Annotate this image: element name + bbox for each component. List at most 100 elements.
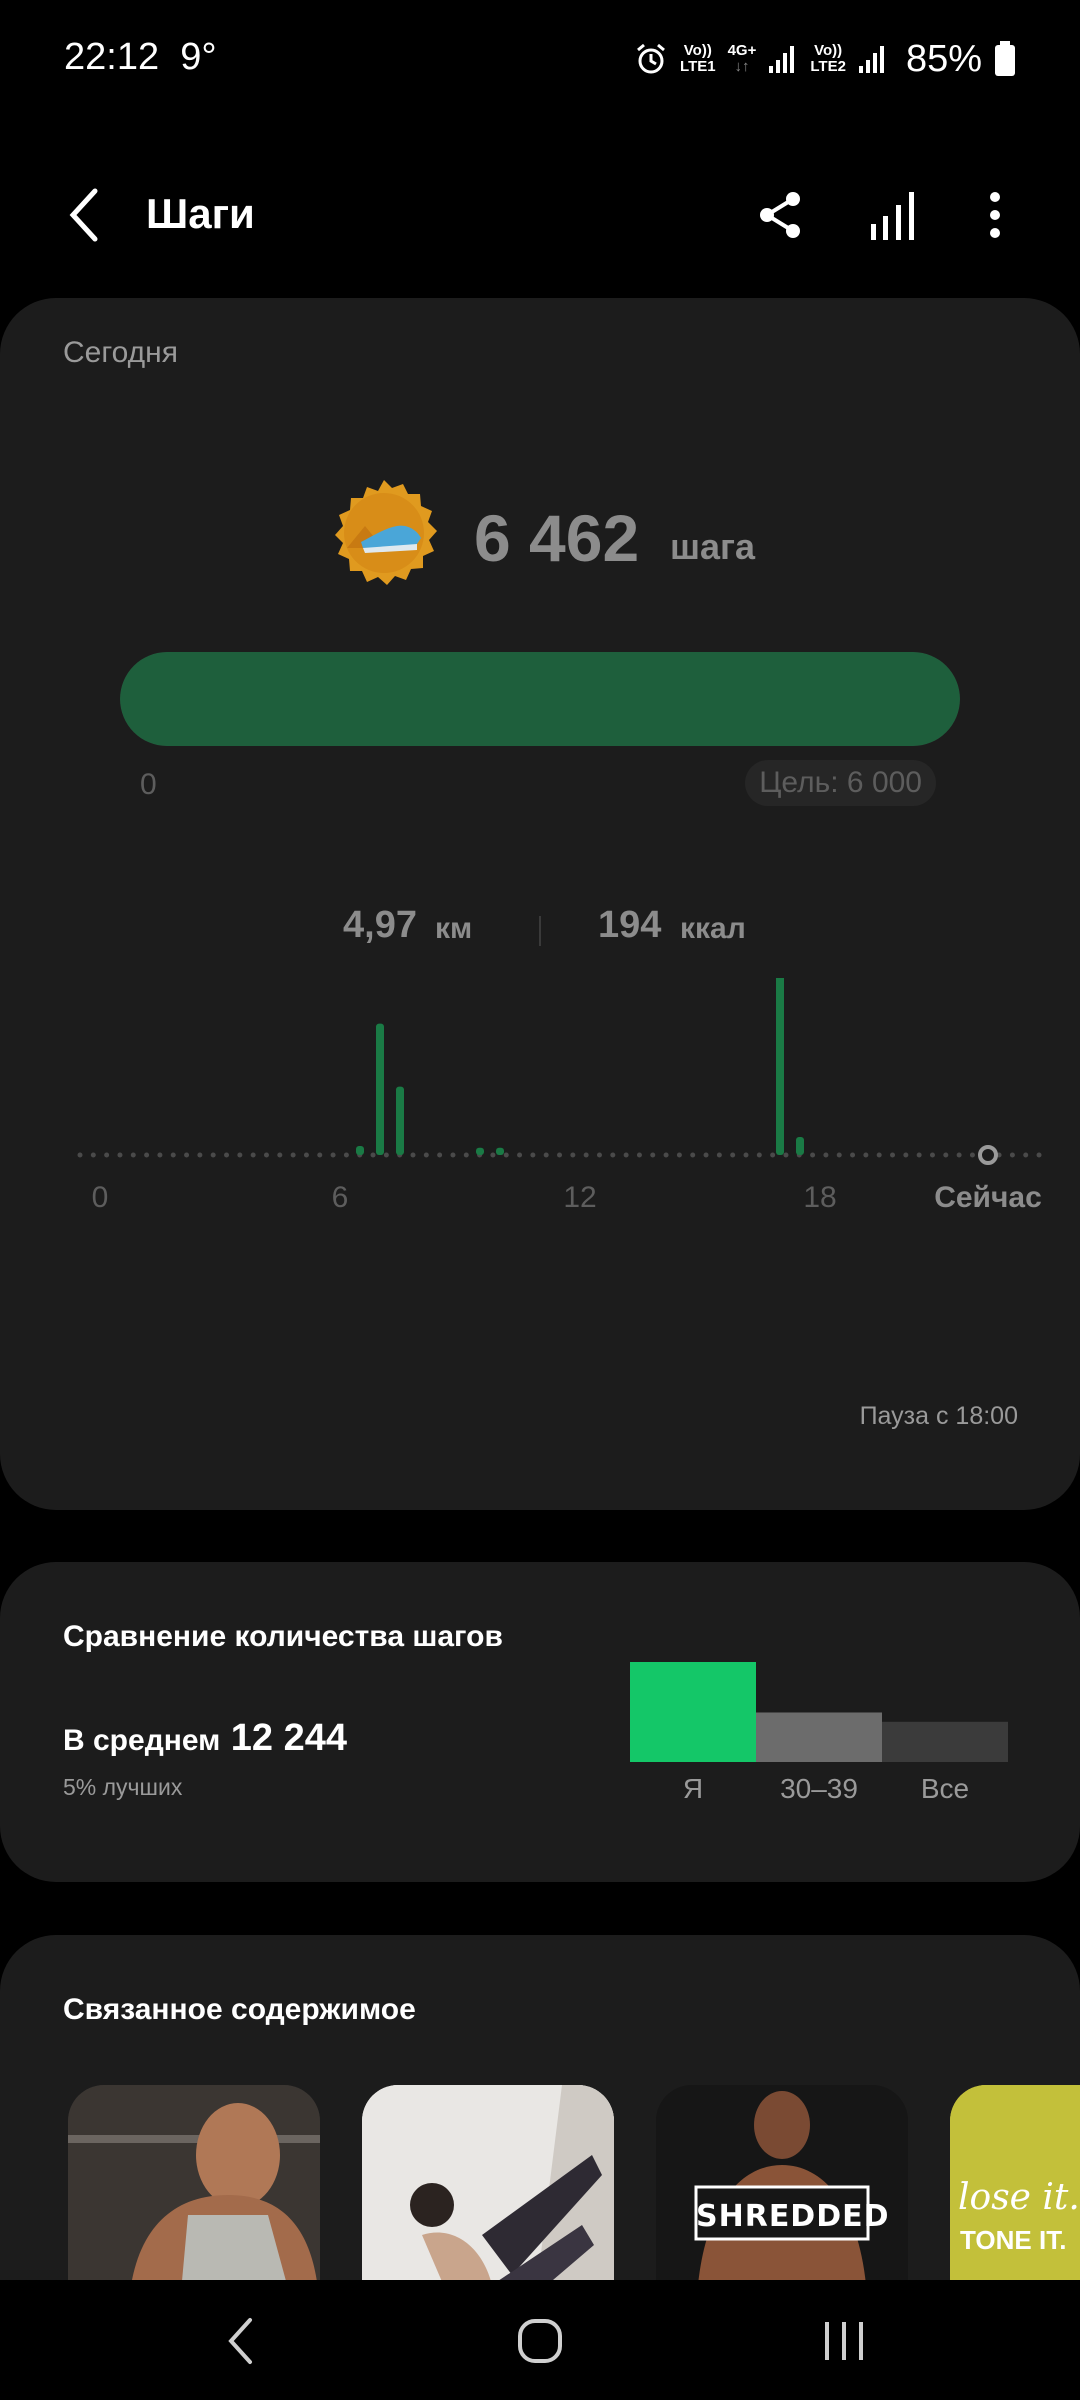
baseline-dot bbox=[623, 1152, 629, 1158]
baseline-dot bbox=[1036, 1152, 1042, 1158]
app-bar: Шаги bbox=[0, 170, 1080, 260]
tone-it-caption: TONE IT. bbox=[960, 2225, 1067, 2255]
nav-home-icon bbox=[518, 2319, 562, 2363]
compare-bar bbox=[756, 1712, 882, 1762]
percentile-text: 5% лучших bbox=[63, 1774, 183, 1800]
baseline-dot bbox=[823, 1152, 829, 1158]
share-icon bbox=[760, 192, 800, 238]
baseline-dot bbox=[237, 1152, 243, 1158]
baseline-dot bbox=[450, 1152, 456, 1158]
pause-note: Пауза с 18:00 bbox=[859, 1402, 1018, 1430]
system-nav-bar bbox=[0, 2280, 1080, 2400]
compare-category-label: Я bbox=[683, 1773, 703, 1804]
goal-badge[interactable]: Цель: 6 000 bbox=[745, 760, 936, 806]
baseline-dot bbox=[184, 1152, 190, 1158]
calories-value: 194 bbox=[598, 904, 662, 946]
baseline-dot bbox=[490, 1152, 496, 1158]
activity-stats: 4,97 км 194 ккал bbox=[0, 904, 1080, 964]
compare-bar bbox=[630, 1662, 756, 1762]
baseline-dot bbox=[676, 1152, 682, 1158]
average-steps: В среднем 12 244 bbox=[63, 1717, 347, 1760]
related-thumbnails: SHREDDED lose it. TONE IT. bbox=[68, 2085, 1080, 2285]
baseline-dot bbox=[716, 1152, 722, 1158]
today-card[interactable]: Сегодня 6 462 шага 0 Цель: 6 000 4,97 км… bbox=[0, 298, 1080, 1510]
baseline-dot bbox=[437, 1152, 443, 1158]
baseline-dot bbox=[943, 1152, 949, 1158]
baseline-dot bbox=[636, 1152, 642, 1158]
baseline-dot bbox=[170, 1152, 176, 1158]
baseline-dot bbox=[1023, 1152, 1029, 1158]
nav-home-button[interactable] bbox=[500, 2306, 580, 2376]
sim2-indicator: Vo)) LTE2 bbox=[810, 42, 846, 75]
stats-button[interactable] bbox=[858, 180, 928, 250]
baseline-dot bbox=[517, 1152, 523, 1158]
baseline-dot bbox=[743, 1152, 749, 1158]
today-label: Сегодня bbox=[63, 336, 178, 369]
baseline-dot bbox=[90, 1152, 96, 1158]
distance-value: 4,97 bbox=[343, 904, 417, 946]
nav-back-button[interactable] bbox=[200, 2306, 280, 2376]
compare-bar bbox=[882, 1721, 1008, 1762]
steps-summary: 6 462 шага bbox=[0, 478, 1080, 598]
baseline-dot bbox=[317, 1152, 323, 1158]
share-button[interactable] bbox=[745, 180, 815, 250]
baseline-dot bbox=[570, 1152, 576, 1158]
hour-bar bbox=[356, 1146, 364, 1155]
distance-unit: км bbox=[435, 912, 473, 945]
baseline-dot bbox=[810, 1152, 816, 1158]
compare-category-label: Все bbox=[921, 1773, 969, 1804]
baseline-dot bbox=[503, 1152, 509, 1158]
baseline-dot bbox=[916, 1152, 922, 1158]
baseline-dot bbox=[770, 1152, 776, 1158]
signal-icon bbox=[858, 46, 884, 73]
baseline-dot bbox=[290, 1152, 296, 1158]
now-marker bbox=[978, 1145, 998, 1165]
sim1-indicator: Vo)) LTE1 bbox=[680, 42, 716, 75]
hour-bar bbox=[476, 1147, 484, 1155]
yoga-stretch-thumbnail[interactable] bbox=[362, 2085, 614, 2285]
athlete-tank-top-thumbnail[interactable] bbox=[68, 2085, 320, 2285]
baseline-dot bbox=[956, 1152, 962, 1158]
yoga-image bbox=[362, 2085, 614, 2285]
baseline-dot bbox=[890, 1152, 896, 1158]
baseline-dot bbox=[876, 1152, 882, 1158]
steps-progress-bar bbox=[120, 652, 960, 746]
steps-screen: 22:12 9° Vo)) LTE1 4G+ ↓↑ Vo)) LTE2 85% … bbox=[0, 0, 1080, 2400]
back-button[interactable] bbox=[50, 180, 120, 250]
baseline-dot bbox=[583, 1152, 589, 1158]
hour-bar bbox=[496, 1147, 504, 1155]
average-label: В среднем bbox=[63, 1724, 221, 1757]
steps-count: 6 462 bbox=[474, 501, 640, 575]
hourly-steps-chart: 0 6 12 18 Сейчас bbox=[77, 978, 1042, 1214]
compare-card[interactable]: Сравнение количества шагов В среднем 12 … bbox=[0, 1562, 1080, 1882]
hour-bar bbox=[396, 1086, 404, 1155]
baseline-dot bbox=[863, 1152, 869, 1158]
shredded-thumbnail[interactable]: SHREDDED bbox=[656, 2085, 908, 2285]
back-arrow-icon bbox=[69, 188, 98, 242]
battery-percent: 85% bbox=[905, 37, 982, 80]
clock-text: 22:12 bbox=[64, 36, 160, 78]
more-options-button[interactable] bbox=[960, 180, 1030, 250]
shredded-image bbox=[656, 2085, 908, 2285]
hour-bar bbox=[376, 1023, 384, 1155]
baseline-dot bbox=[610, 1152, 616, 1158]
baseline-dot bbox=[157, 1152, 163, 1158]
baseline-dot bbox=[850, 1152, 856, 1158]
baseline-dot bbox=[530, 1152, 536, 1158]
x-tick-label: 6 bbox=[332, 1181, 349, 1214]
nav-recents-button[interactable] bbox=[804, 2306, 884, 2376]
more-vertical-icon bbox=[990, 192, 1000, 238]
shredded-caption: SHREDDED bbox=[696, 2199, 890, 2234]
baseline-dot bbox=[277, 1152, 283, 1158]
related-content-card: Связанное содержимое SHREDDED lose it. T… bbox=[0, 1935, 1080, 2285]
baseline-dot bbox=[263, 1152, 269, 1158]
compare-category-label: 30–39 bbox=[780, 1773, 858, 1804]
x-tick-label: 0 bbox=[92, 1181, 109, 1214]
status-time: 22:12 9° bbox=[64, 36, 217, 79]
baseline-dot bbox=[730, 1152, 736, 1158]
lose-it-tone-it-thumbnail[interactable]: lose it. TONE IT. bbox=[950, 2085, 1080, 2285]
bar-chart-icon bbox=[871, 192, 914, 240]
calories-unit: ккал bbox=[680, 912, 746, 945]
lose-it-caption: lose it. bbox=[958, 2177, 1080, 2218]
baseline-dot bbox=[130, 1152, 136, 1158]
